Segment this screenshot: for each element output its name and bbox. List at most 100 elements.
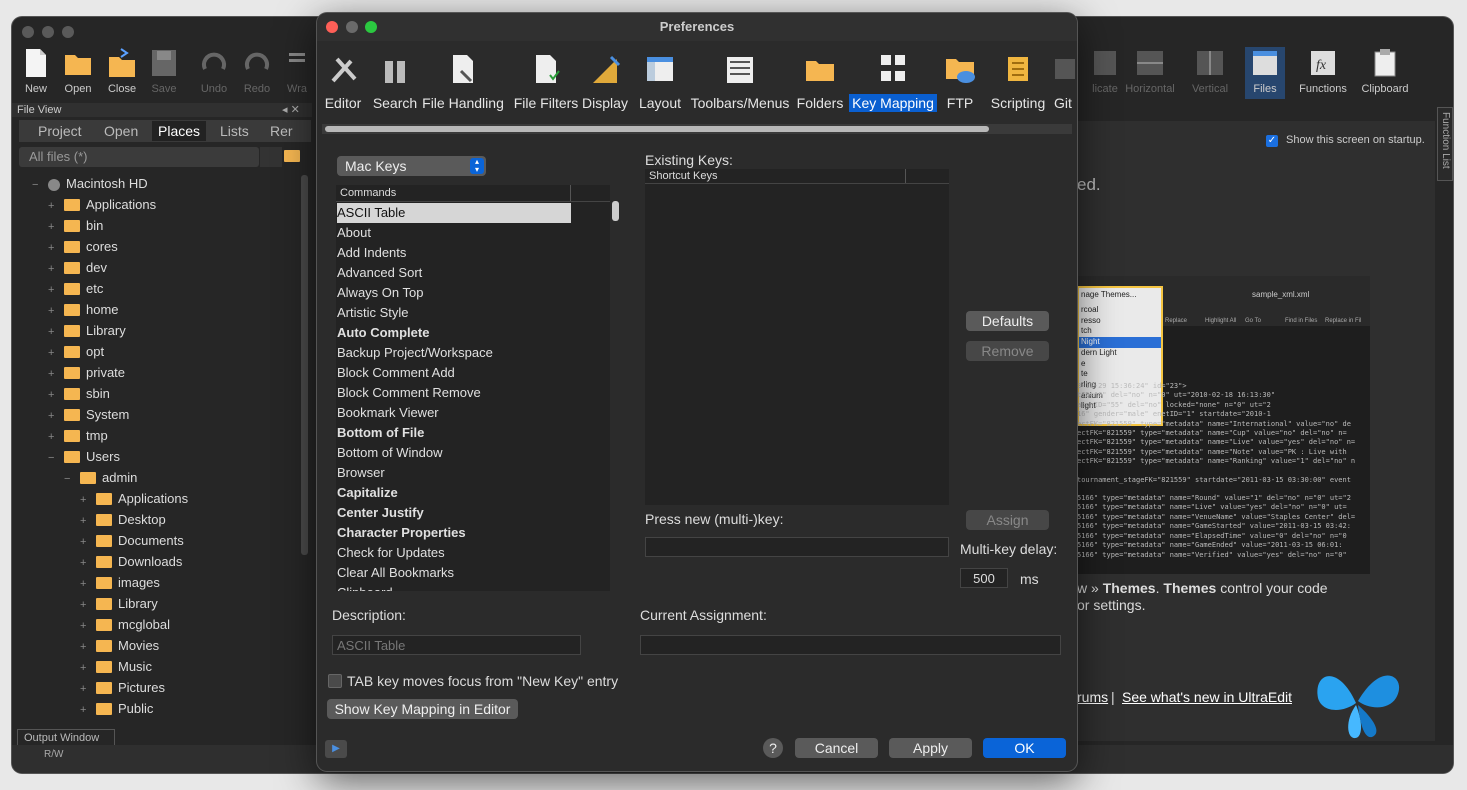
file-filter-select[interactable]: All files (*) xyxy=(19,147,259,167)
new-key-input[interactable] xyxy=(645,537,949,557)
command-list-item[interactable]: Clear All Bookmarks xyxy=(337,563,571,583)
command-list-item[interactable]: Add Indents xyxy=(337,243,571,263)
tab-lists[interactable]: Lists xyxy=(214,121,255,141)
forums-link[interactable]: rums xyxy=(1077,689,1108,705)
command-list-item[interactable]: Artistic Style xyxy=(337,303,571,323)
assign-button[interactable]: Assign xyxy=(966,510,1049,530)
expand-icon[interactable]: + xyxy=(80,617,90,635)
toolbar-redo-button[interactable]: Redo xyxy=(233,47,281,95)
expand-icon[interactable]: + xyxy=(80,491,90,509)
command-list-item[interactable]: ASCII Table xyxy=(337,203,571,223)
toolbar-close-button[interactable]: Close xyxy=(98,47,146,95)
apply-button[interactable]: Apply xyxy=(889,738,972,758)
existing-keys-list[interactable]: Shortcut Keys xyxy=(645,169,949,505)
expand-icon[interactable]: + xyxy=(80,533,90,551)
close-dialog-button[interactable] xyxy=(326,21,338,33)
toolbar-functions-button[interactable]: fx Functions xyxy=(1294,47,1352,95)
tree-item[interactable]: + Downloads xyxy=(80,553,182,571)
tree-scrollbar[interactable] xyxy=(301,175,308,555)
tab-ftp[interactable]: FTP xyxy=(941,49,979,115)
tab-open[interactable]: Open xyxy=(98,121,144,141)
expand-icon[interactable]: + xyxy=(48,260,58,278)
tree-item[interactable]: + sbin xyxy=(48,385,110,403)
tree-item[interactable]: − Users xyxy=(48,448,120,466)
expand-icon[interactable]: + xyxy=(80,701,90,719)
expand-icon[interactable]: + xyxy=(48,197,58,215)
tab-search[interactable]: Search xyxy=(372,49,418,115)
toolbar-horizontal-button[interactable]: Horizontal xyxy=(1120,47,1180,95)
ok-button[interactable]: OK xyxy=(983,738,1066,758)
tree-item[interactable]: + bin xyxy=(48,217,103,235)
commands-column-header[interactable]: Commands xyxy=(336,185,614,202)
toolbar-clipboard-button[interactable]: Clipboard xyxy=(1355,47,1415,95)
tree-item[interactable]: + images xyxy=(80,574,160,592)
tab-folders[interactable]: Folders xyxy=(795,49,845,115)
show-key-mapping-button[interactable]: Show Key Mapping in Editor xyxy=(327,699,518,719)
play-macro-icon[interactable]: ▶ xyxy=(325,740,347,758)
toolbar-open-button[interactable]: Open xyxy=(54,47,102,95)
browse-folder-icon[interactable] xyxy=(284,148,306,163)
expand-icon[interactable]: + xyxy=(48,344,58,362)
expand-icon[interactable]: − xyxy=(48,449,58,467)
tab-toolbars-menus[interactable]: Toolbars/Menus xyxy=(688,49,792,115)
remove-button[interactable]: Remove xyxy=(966,341,1049,361)
tab-key-mapping[interactable]: Key Mapping xyxy=(849,49,937,115)
cancel-button[interactable]: Cancel xyxy=(795,738,878,758)
tab-file-filters[interactable]: File Filters xyxy=(510,49,582,115)
command-list-item[interactable]: Clipboard xyxy=(337,583,571,591)
tree-item[interactable]: + cores xyxy=(48,238,118,256)
tree-item[interactable]: + home xyxy=(48,301,119,319)
command-list-item[interactable]: Block Comment Remove xyxy=(337,383,571,403)
expand-icon[interactable]: + xyxy=(48,239,58,257)
command-list-item[interactable]: Capitalize xyxy=(337,483,571,503)
tree-item[interactable]: + System xyxy=(48,406,129,424)
expand-icon[interactable]: + xyxy=(80,659,90,677)
zoom-dialog-button[interactable] xyxy=(365,21,377,33)
multikey-delay-input[interactable]: 500 xyxy=(960,568,1008,588)
toolbar-vertical-button[interactable]: Vertical xyxy=(1184,47,1236,95)
expand-icon[interactable]: − xyxy=(32,176,42,194)
help-button[interactable]: ? xyxy=(763,738,783,758)
tree-item[interactable]: + Public xyxy=(80,700,153,718)
tab-project[interactable]: Project xyxy=(32,121,88,141)
command-list-item[interactable]: Browser xyxy=(337,463,571,483)
command-list-item[interactable]: Center Justify xyxy=(337,503,571,523)
tree-item[interactable]: + mcglobal xyxy=(80,616,170,634)
keyset-select[interactable]: Mac Keys ▴ ▾ xyxy=(337,156,486,176)
tab-scripting[interactable]: Scripting xyxy=(989,49,1047,115)
expand-icon[interactable]: + xyxy=(80,554,90,572)
expand-icon[interactable]: + xyxy=(48,218,58,236)
whats-new-link[interactable]: See what's new in UltraEdit xyxy=(1122,689,1292,705)
expand-icon[interactable]: + xyxy=(48,428,58,446)
expand-icon[interactable]: + xyxy=(48,302,58,320)
tab-git[interactable]: Git xyxy=(1051,49,1075,115)
tab-bar-scrollbar[interactable] xyxy=(325,126,989,132)
tab-file-handling[interactable]: File Handling xyxy=(420,49,506,115)
expand-icon[interactable]: + xyxy=(80,680,90,698)
tree-item[interactable]: + opt xyxy=(48,343,104,361)
expand-icon[interactable]: + xyxy=(80,596,90,614)
command-list-item[interactable]: Block Comment Add xyxy=(337,363,571,383)
expand-icon[interactable]: + xyxy=(48,365,58,383)
tree-item[interactable]: + Pictures xyxy=(80,679,165,697)
toolbar-new-button[interactable]: New xyxy=(12,47,60,95)
toolbar-wrap-button[interactable]: Wra xyxy=(282,47,312,95)
expand-icon[interactable]: + xyxy=(48,281,58,299)
command-list-item[interactable]: About xyxy=(337,223,571,243)
expand-icon[interactable]: + xyxy=(48,407,58,425)
expand-icon[interactable]: + xyxy=(80,512,90,530)
tree-item[interactable]: + Movies xyxy=(80,637,159,655)
minimize-window-button[interactable] xyxy=(42,26,54,38)
expand-icon[interactable]: − xyxy=(64,470,74,488)
tree-item[interactable]: + private xyxy=(48,364,125,382)
tree-item[interactable]: + Documents xyxy=(80,532,184,550)
tree-item[interactable]: + Music xyxy=(80,658,152,676)
function-list-side-tab[interactable]: Function List xyxy=(1437,107,1453,181)
tab-rer[interactable]: Rer xyxy=(264,121,299,141)
command-list-item[interactable]: Advanced Sort xyxy=(337,263,571,283)
command-list-item[interactable]: Always On Top xyxy=(337,283,571,303)
command-list-item[interactable]: Bottom of File xyxy=(337,423,571,443)
zoom-window-button[interactable] xyxy=(62,26,74,38)
close-window-button[interactable] xyxy=(22,26,34,38)
tree-item[interactable]: + Library xyxy=(80,595,158,613)
